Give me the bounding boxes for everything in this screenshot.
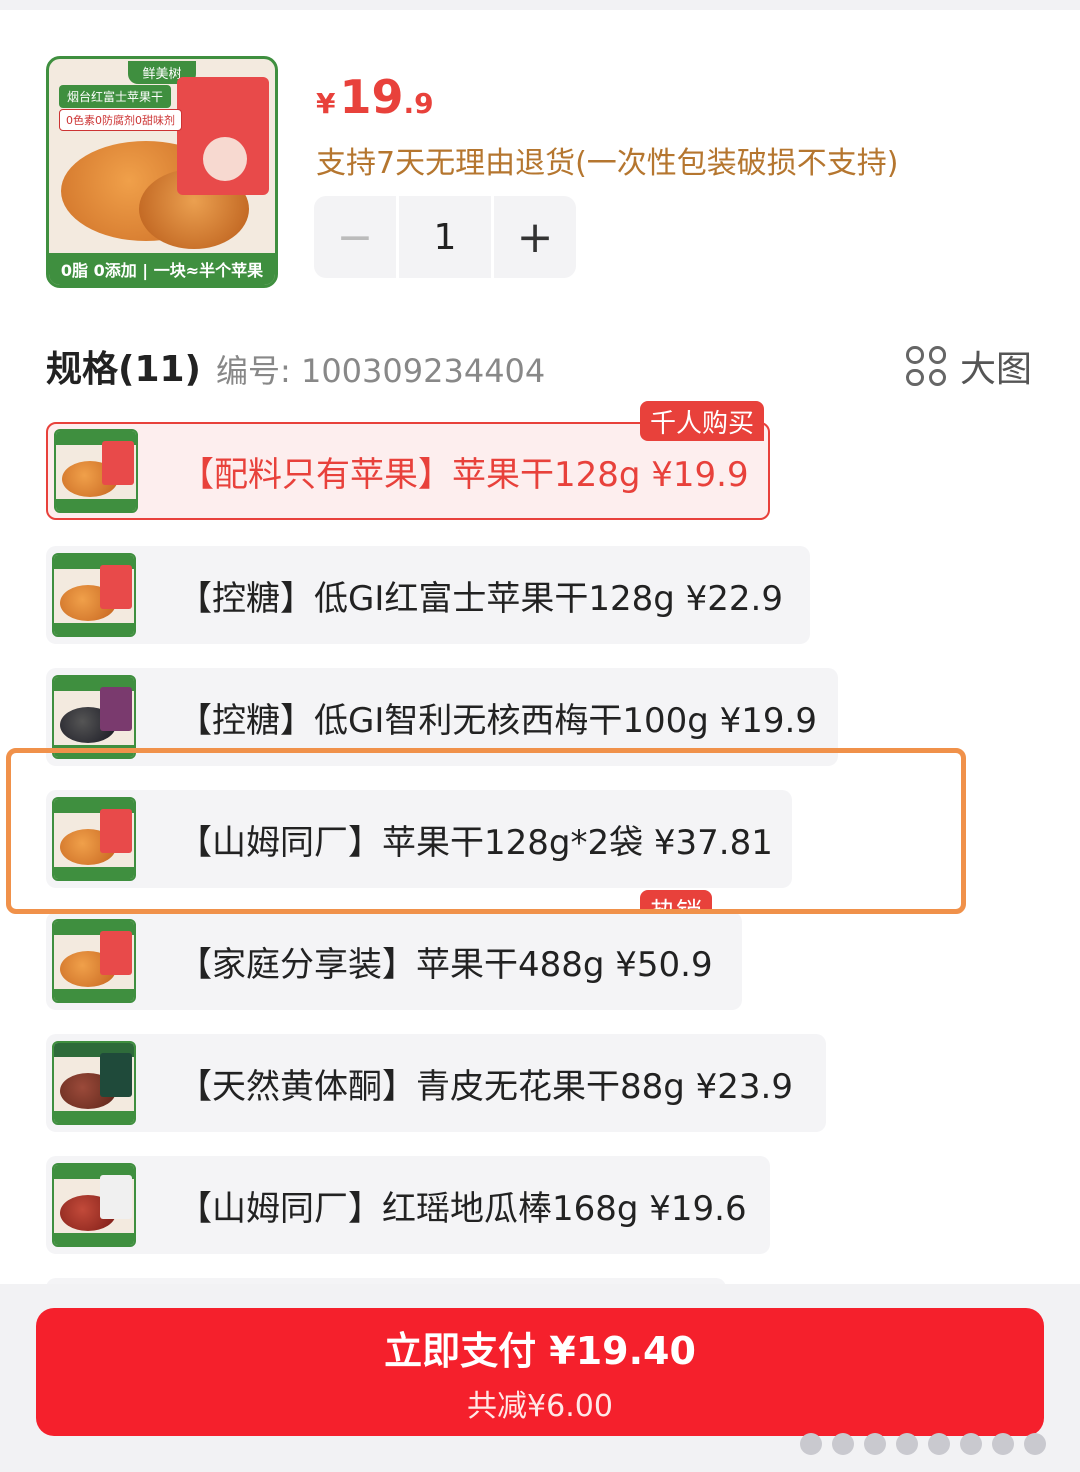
spec-title: 规格(11) — [46, 349, 202, 390]
discount-label: 共减¥6.00 — [467, 1388, 613, 1424]
spec-option-label: 【家庭分享装】苹果干488g ¥50.9 — [178, 944, 713, 985]
grid-view-icon — [906, 346, 946, 386]
product-image[interactable]: 鲜美树 烟台红富士苹果干 0色素0防腐剂0甜味剂 0脂 0添加 | 一块≈半个苹… — [46, 56, 278, 288]
spec-thumb — [52, 919, 136, 1003]
quantity-stepper: − 1 + — [314, 196, 576, 278]
spec-option[interactable]: 【家庭分享装】苹果干488g ¥50.9 — [46, 912, 742, 1010]
spec-option[interactable]: 【控糖】低GI智利无核西梅干100g ¥19.9 — [46, 668, 838, 766]
spec-option-label: 【控糖】低GI红富士苹果干128g ¥22.9 — [178, 578, 783, 619]
product-price: ¥ 19 .9 — [316, 70, 434, 124]
product-claim: 0色素0防腐剂0甜味剂 — [59, 109, 182, 131]
top-strip — [0, 0, 1080, 10]
spec-option[interactable]: 【山姆同厂】红瑶地瓜棒168g ¥19.6 — [46, 1156, 770, 1254]
spec-thumb — [52, 675, 136, 759]
pay-now-button[interactable]: 立即支付 ¥19.40 共减¥6.00 — [36, 1308, 1044, 1436]
spec-option[interactable]: 【天然黄体酮】青皮无花果干88g ¥23.9 — [46, 1034, 826, 1132]
spec-option-label: 【控糖】低GI智利无核西梅干100g ¥19.9 — [178, 700, 817, 741]
popular-badge: 千人购买 — [640, 401, 765, 441]
spec-thumb — [52, 797, 136, 881]
increase-button[interactable]: + — [494, 196, 576, 278]
big-view-button[interactable]: 大图 — [906, 340, 1032, 392]
spec-thumb — [52, 553, 136, 637]
pay-now-label: 立即支付 ¥19.40 — [384, 1328, 696, 1373]
spec-option-label: 【山姆同厂】苹果干128g*2袋 ¥37.81 — [178, 822, 773, 863]
spec-thumb — [52, 1163, 136, 1247]
quantity-input[interactable]: 1 — [399, 196, 491, 278]
spec-thumb — [54, 429, 138, 513]
product-code: 编号: 100309234404 — [216, 352, 546, 390]
package-image — [177, 77, 269, 195]
spec-option-label: 【天然黄体酮】青皮无花果干88g ¥23.9 — [178, 1066, 793, 1107]
spec-option-label: 【配料只有苹果】苹果干128g ¥19.9 — [180, 454, 749, 495]
watermark — [800, 1432, 1070, 1456]
product-tag: 烟台红富士苹果干 — [59, 85, 172, 108]
spec-option[interactable]: 【山姆同厂】苹果干128g*2袋 ¥37.81 — [46, 790, 792, 888]
product-image-footer: 0脂 0添加 | 一块≈半个苹果 — [49, 253, 275, 285]
spec-option[interactable]: 【控糖】低GI红富士苹果干128g ¥22.9 — [46, 546, 810, 644]
spec-thumb — [52, 1041, 136, 1125]
decrease-button[interactable]: − — [314, 196, 396, 278]
spec-option-label: 【山姆同厂】红瑶地瓜棒168g ¥19.6 — [178, 1188, 747, 1229]
return-policy-note: 支持7天无理由退货(一次性包装破损不支持) — [316, 146, 899, 181]
big-view-label: 大图 — [960, 349, 1033, 390]
